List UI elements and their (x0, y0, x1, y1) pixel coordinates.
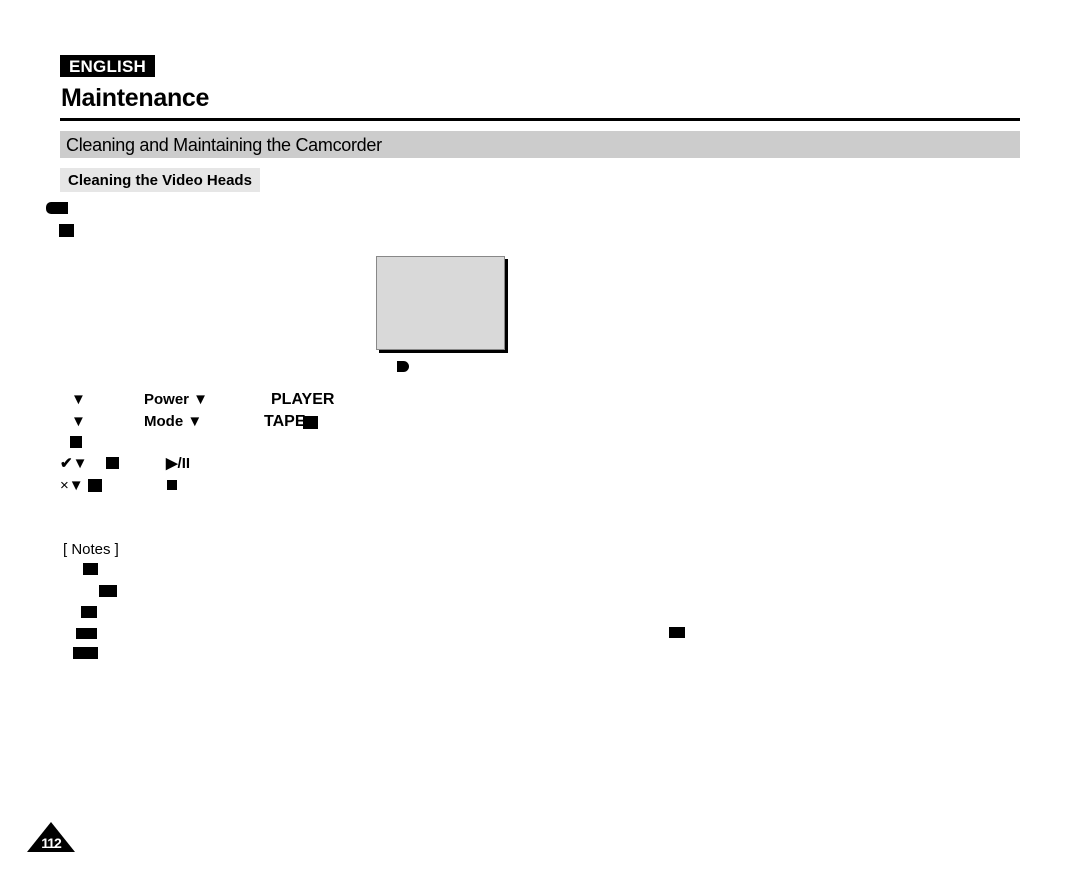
tape-mode-label: TAPE (264, 413, 306, 430)
step-marker: ▼ (71, 413, 86, 430)
play-pause-button-icon: ▶/II (166, 455, 191, 472)
mode-switch-label: Mode ▼ (144, 413, 203, 430)
redacted-note (73, 647, 98, 659)
redacted-text-block (70, 436, 82, 448)
redacted-note (76, 628, 97, 639)
section-title: Cleaning and Maintaining the Camcorder (66, 135, 382, 155)
section-header: Cleaning and Maintaining the Camcorder (60, 131, 1020, 158)
redacted-text-block (303, 416, 318, 429)
chapter-title: Maintenance (61, 84, 210, 112)
redacted-note (99, 585, 117, 597)
language-badge: ENGLISH (60, 55, 155, 77)
notes-heading: [ Notes ] (63, 541, 119, 558)
player-mode-label: PLAYER (271, 391, 335, 408)
illustration-placeholder (376, 256, 505, 350)
title-divider (60, 118, 1020, 121)
redacted-text-block (59, 224, 74, 237)
redacted-text-block (88, 479, 102, 492)
check-step-marker: ✔▼ (60, 455, 88, 472)
redacted-text-block (106, 457, 119, 469)
step-marker: ▼ (71, 391, 86, 408)
cross-step-marker: ×▼ (60, 477, 84, 494)
redacted-text-block (46, 202, 68, 214)
redacted-note (83, 563, 98, 575)
redacted-note (669, 627, 685, 638)
stop-button-icon (167, 480, 177, 490)
page-number: 112 (41, 835, 62, 851)
subsection-title: Cleaning the Video Heads (60, 168, 260, 192)
figure-marker-icon (397, 361, 409, 372)
power-switch-label: Power ▼ (144, 391, 209, 408)
redacted-note (81, 606, 97, 618)
